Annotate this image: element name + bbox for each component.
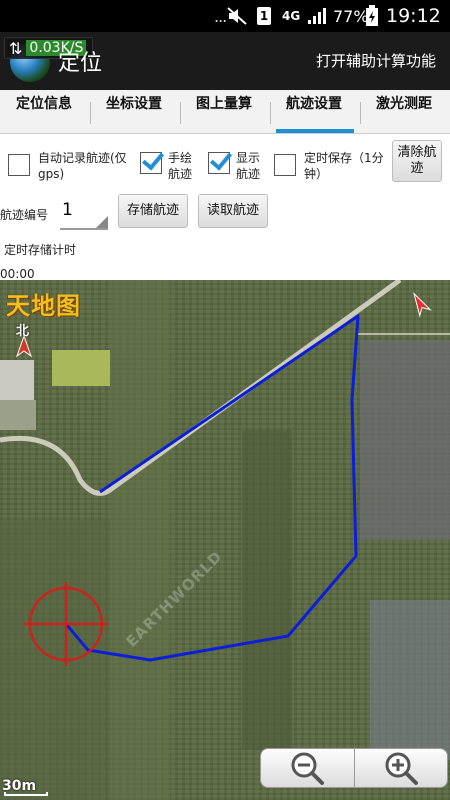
clock: 19:12 [386, 5, 441, 27]
timer-label: 定时存储计时 [4, 243, 77, 257]
location-target-icon [24, 582, 108, 666]
north-arrow-icon [16, 334, 32, 358]
open-aux-calc-button[interactable]: 打开辅助计算功能 [316, 50, 436, 71]
tab-laser-ranging[interactable]: 激光测距 [360, 90, 450, 133]
timed-save-checkbox[interactable] [274, 154, 296, 176]
tab-location-info[interactable]: 定位信息 [0, 90, 90, 133]
tianditu-logo: 天地图 [6, 291, 81, 320]
load-track-button[interactable]: 读取航迹 [198, 194, 268, 228]
compass-icon [413, 291, 432, 318]
map-overlay [0, 280, 450, 666]
track-settings-panel: 自动记录航迹(仅gps) 手绘航迹 显示航迹 定时保存（1分钟） 清除航迹 航迹… [0, 134, 450, 281]
tab-coordinate-settings[interactable]: 坐标设置 [90, 90, 180, 133]
zoom-out-button[interactable] [261, 749, 354, 787]
notification-dots: ... [214, 6, 227, 26]
dropdown-corner-icon [96, 216, 108, 228]
scale-label: 30m [2, 778, 37, 794]
show-track-label: 显示航迹 [236, 151, 261, 181]
save-track-button[interactable]: 存储航迹 [118, 194, 188, 228]
zoom-in-button[interactable] [353, 749, 447, 787]
clear-track-button[interactable]: 清除航迹 [392, 140, 442, 182]
mute-icon [226, 0, 250, 32]
battery-charging-icon [365, 0, 379, 32]
show-track-checkbox[interactable] [208, 152, 230, 174]
app-title: 定位 [58, 51, 103, 76]
zoom-out-icon [291, 752, 325, 785]
title-bar: ⇅ 0.03K/S 定位 打开辅助计算功能 [0, 32, 450, 90]
zoom-in-icon [385, 752, 418, 785]
sync-arrows-icon: ⇅ [9, 38, 23, 58]
signal-icon [306, 0, 328, 32]
track-number-label: 航迹编号 [0, 208, 49, 222]
battery-percent: 77% [333, 6, 369, 26]
auto-record-label: 自动记录航迹(仅gps) [38, 151, 127, 181]
tab-bar: 定位信息 坐标设置 图上量算 航迹设置 激光测距 [0, 90, 450, 134]
hand-draw-checkbox[interactable] [140, 152, 162, 174]
sim-icon: 1 [257, 0, 271, 32]
hand-draw-label: 手绘航迹 [168, 151, 193, 181]
auto-record-checkbox[interactable] [8, 154, 30, 176]
tab-track-settings[interactable]: 航迹设置 [270, 90, 360, 133]
zoom-controls [260, 748, 448, 788]
network-type: 4G [282, 9, 301, 23]
tab-map-measure[interactable]: 图上量算 [180, 90, 270, 133]
timed-save-label: 定时保存（1分钟） [304, 151, 384, 181]
satellite-map[interactable]: 天地图 北 EARTHWORLD 30m [0, 280, 450, 800]
north-label: 北 [16, 324, 30, 339]
status-bar: ... 1 4G 77% 19:12 [0, 0, 450, 32]
track-number-select[interactable]: 1 [60, 200, 108, 230]
